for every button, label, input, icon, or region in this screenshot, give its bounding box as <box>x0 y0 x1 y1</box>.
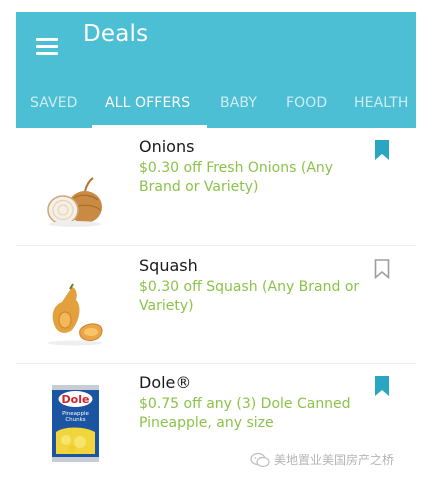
bookmark-filled-icon[interactable] <box>374 140 390 160</box>
butternut-squash-image <box>48 283 103 346</box>
svg-text:Chunks: Chunks <box>65 417 85 423</box>
tab-baby[interactable]: BABY <box>220 95 257 111</box>
dole-pineapple-can-image: Dole Pineapple Chunks <box>52 385 99 462</box>
app-bar: Deals SAVED ALL OFFERS BABY FOOD HEALTH <box>16 12 416 128</box>
offer-description: $0.75 off any (3) Dole Canned Pineapple,… <box>139 396 351 431</box>
offer-title: Onions <box>139 137 195 156</box>
bookmark-outline-icon[interactable] <box>374 259 390 279</box>
tab-food[interactable]: FOOD <box>286 95 327 111</box>
tab-health[interactable]: HEALTH <box>354 95 409 111</box>
offer-list: Onions $0.30 off Fresh Onions (Any Brand… <box>16 128 416 480</box>
offer-title: Squash <box>139 256 198 275</box>
bookmark-filled-icon[interactable] <box>374 376 390 396</box>
list-item-onions[interactable]: Onions $0.30 off Fresh Onions (Any Brand… <box>16 128 416 246</box>
tab-saved[interactable]: SAVED <box>30 95 78 111</box>
offer-description: $0.30 off Squash (Any Brand or Variety) <box>139 279 360 314</box>
wechat-icon <box>250 452 270 468</box>
offer-title: Dole® <box>139 373 192 392</box>
watermark: 美地置业美国房产之桥 <box>250 450 425 470</box>
list-item-squash[interactable]: Squash $0.30 off Squash (Any Brand or Va… <box>16 246 416 364</box>
page-title: Deals <box>83 21 149 47</box>
offer-description: $0.30 off Fresh Onions (Any Brand or Var… <box>139 160 334 195</box>
tab-all-offers[interactable]: ALL OFFERS <box>105 95 190 111</box>
hamburger-menu-icon[interactable] <box>36 38 58 56</box>
watermark-text: 美地置业美国房产之桥 <box>274 453 395 467</box>
category-tabs: SAVED ALL OFFERS BABY FOOD HEALTH <box>16 90 416 128</box>
onion-image <box>47 177 102 227</box>
svg-text:Dole: Dole <box>62 393 90 406</box>
deals-screen: Deals SAVED ALL OFFERS BABY FOOD HEALTH … <box>0 0 428 480</box>
